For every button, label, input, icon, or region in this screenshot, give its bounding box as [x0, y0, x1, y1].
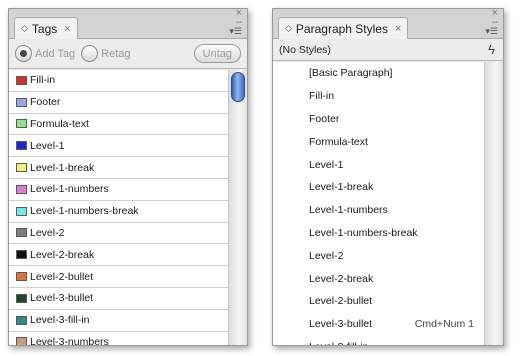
tag-list-item[interactable]: Level-1-numbers: [9, 179, 228, 201]
tag-list-item[interactable]: Level-1: [9, 135, 228, 158]
paragraph-style-item[interactable]: Level-2-break: [273, 267, 484, 290]
tag-list-item[interactable]: Level-3-bullet: [9, 288, 228, 310]
tag-list-item[interactable]: Level-1-numbers-break: [9, 201, 228, 223]
tab-paragraph-styles-label: Paragraph Styles: [295, 21, 388, 36]
paragraph-style-item[interactable]: Level-2: [273, 244, 484, 267]
panel-menu-icon[interactable]: ▾☰: [229, 26, 242, 37]
paragraph-style-item[interactable]: Level-3-bullet Cmd+Num 1: [273, 313, 484, 336]
para-scrollbar[interactable]: [484, 62, 503, 345]
paragraph-style-item[interactable]: Level-3-fill-in: [273, 336, 484, 345]
tag-list-item[interactable]: Level-1-break: [9, 157, 228, 179]
retag-radio[interactable]: [81, 45, 99, 62]
tag-color-swatch: [16, 206, 27, 216]
add-tag-label[interactable]: Add Tag: [35, 48, 75, 60]
paragraph-style-label: Level-3-fill-in: [309, 341, 369, 345]
tag-label: Footer: [30, 96, 61, 109]
tab-tags-label: Tags: [31, 21, 58, 36]
tag-label: Level-3-numbers: [30, 335, 109, 345]
tags-list-area: Fill-in Footer Formula-text Level-1 Level-1-…: [9, 70, 247, 345]
tag-list-item[interactable]: Level-2: [9, 223, 228, 245]
tag-color-swatch: [16, 250, 27, 260]
paragraph-style-item[interactable]: Level-1-numbers: [273, 199, 484, 222]
tag-list-item[interactable]: Level-3-fill-in: [9, 310, 228, 332]
window-controls: × –: [236, 9, 242, 28]
tag-list-item[interactable]: Level-2-bullet: [9, 266, 228, 288]
tag-label: Level-1-numbers-break: [30, 205, 139, 218]
tag-label: Level-2-bullet: [30, 270, 94, 283]
paragraph-style-label: Footer: [309, 112, 340, 125]
current-style-label: (No Styles): [279, 43, 331, 56]
tag-list-item[interactable]: Level-3-numbers: [9, 332, 228, 345]
paragraph-styles-list: [Basic Paragraph] Fill-in Footer Formula-te…: [273, 62, 484, 345]
tag-color-swatch: [16, 163, 27, 173]
para-titlebar[interactable]: ◇ Paragraph Styles × × – ▾☰: [273, 9, 503, 39]
tab-expand-icon[interactable]: ◇: [21, 23, 28, 34]
paragraph-style-label: Fill-in: [309, 90, 335, 103]
paragraph-style-label: Formula-text: [309, 135, 368, 148]
paragraph-style-item[interactable]: Level-1-break: [273, 176, 484, 199]
tab-tags[interactable]: ◇ Tags ×: [14, 17, 78, 39]
paragraph-style-label: Level-2-bullet: [309, 295, 373, 308]
paragraph-style-item[interactable]: Fill-in: [273, 85, 484, 108]
tag-list-item[interactable]: Fill-in: [9, 70, 228, 92]
tag-label: Level-1-break: [30, 161, 95, 174]
paragraph-style-label: [Basic Paragraph]: [309, 67, 393, 80]
keyboard-shortcut: Cmd+Num 1: [414, 318, 474, 331]
tags-scrollbar[interactable]: [228, 70, 247, 345]
tag-color-swatch: [16, 119, 27, 129]
retag-label[interactable]: Retag: [101, 48, 130, 60]
add-tag-radio[interactable]: [15, 45, 32, 62]
tag-label: Level-3-bullet: [30, 292, 94, 305]
tab-paragraph-styles[interactable]: ◇ Paragraph Styles ×: [278, 17, 409, 39]
tag-list-item[interactable]: Footer: [9, 92, 228, 114]
tag-label: Level-1-numbers: [30, 183, 109, 196]
tag-color-swatch: [16, 337, 27, 345]
para-list-area: [Basic Paragraph] Fill-in Footer Formula-te…: [273, 62, 503, 345]
scrollbar-thumb[interactable]: [231, 72, 245, 102]
tag-label: Level-3-fill-in: [30, 314, 90, 327]
paragraph-styles-panel: ◇ Paragraph Styles × × – ▾☰ (No Styles) …: [272, 8, 504, 346]
paragraph-style-item[interactable]: Level-2-bullet: [273, 290, 484, 313]
paragraph-style-item[interactable]: Footer: [273, 108, 484, 131]
tag-list-item[interactable]: Formula-text: [9, 114, 228, 136]
tag-color-swatch: [16, 293, 27, 303]
tags-titlebar[interactable]: ◇ Tags × × – ▾☰: [9, 9, 247, 39]
paragraph-style-label: Level-1-numbers-break: [309, 226, 418, 239]
tag-label: Level-2-break: [30, 248, 95, 261]
paragraph-style-label: Level-2: [309, 249, 344, 262]
tag-label: Level-2: [30, 226, 65, 239]
untag-button[interactable]: Untag: [193, 44, 241, 63]
tag-color-swatch: [16, 75, 27, 85]
tag-list-item[interactable]: Level-2-break: [9, 244, 228, 267]
paragraph-style-item[interactable]: Formula-text: [273, 130, 484, 153]
tag-color-swatch: [16, 141, 27, 151]
tab-close-icon[interactable]: ×: [395, 23, 401, 35]
panel-menu-icon[interactable]: ▾☰: [485, 26, 498, 37]
paragraph-style-label: Level-2-break: [309, 272, 374, 285]
paragraph-style-item[interactable]: Level-1-numbers-break: [273, 222, 484, 245]
tag-color-swatch: [16, 184, 27, 194]
current-style-bar: (No Styles) ϟ: [273, 39, 503, 61]
tags-list: Fill-in Footer Formula-text Level-1 Level-1-…: [9, 70, 228, 345]
paragraph-style-label: Level-1-numbers: [309, 204, 388, 217]
paragraph-style-item[interactable]: [Basic Paragraph]: [273, 62, 484, 85]
tab-expand-icon[interactable]: ◇: [285, 23, 292, 34]
radio-selected-dot: [20, 50, 27, 57]
tag-color-swatch: [16, 97, 27, 107]
tag-label: Level-1: [30, 139, 65, 152]
paragraph-style-label: Level-1: [309, 158, 344, 171]
tags-panel: ◇ Tags × × – ▾☰ Add Tag Retag Untag Fill…: [8, 8, 248, 346]
tag-label: Formula-text: [30, 117, 89, 130]
tag-color-swatch: [16, 228, 27, 238]
tags-toolbar: Add Tag Retag Untag: [9, 39, 247, 69]
paragraph-style-label: Level-3-bullet: [309, 318, 373, 331]
tag-color-swatch: [16, 315, 27, 325]
window-controls: × –: [492, 9, 498, 28]
paragraph-style-item[interactable]: Level-1: [273, 153, 484, 176]
tag-color-swatch: [16, 272, 27, 282]
paragraph-style-label: Level-1-break: [309, 181, 374, 194]
tab-close-icon[interactable]: ×: [64, 23, 70, 35]
tag-label: Fill-in: [30, 74, 56, 87]
quick-apply-icon[interactable]: ϟ: [488, 42, 495, 57]
